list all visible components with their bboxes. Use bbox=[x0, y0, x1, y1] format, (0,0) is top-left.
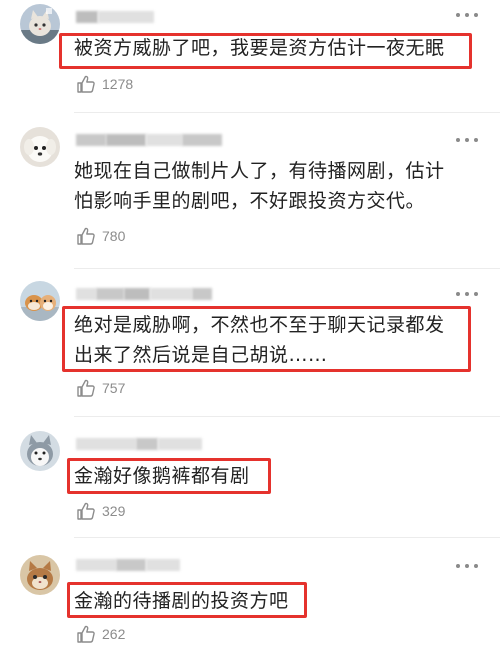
comment-item: 被资方威胁了吧，我要是资方估计一夜无眠 1278 bbox=[0, 0, 500, 110]
avatar-cat-photo-icon bbox=[20, 555, 60, 595]
more-dots-icon[interactable] bbox=[456, 287, 478, 301]
like-count: 262 bbox=[102, 626, 126, 642]
comment-item: 金瀚的待播剧的投资方吧 262 bbox=[0, 540, 500, 648]
comment-text: 她现在自己做制片人了，有待播网剧，估计 怕影响手里的剧吧，不好跟投资方交代。 bbox=[74, 160, 445, 212]
avatar[interactable] bbox=[20, 555, 60, 595]
like-count: 1278 bbox=[102, 76, 134, 92]
more-dots-icon[interactable] bbox=[456, 559, 478, 573]
like-count: 329 bbox=[102, 503, 126, 519]
comment-divider bbox=[74, 416, 500, 417]
thumbs-up-icon bbox=[77, 502, 95, 520]
username-blurred bbox=[76, 133, 222, 147]
comment-divider bbox=[74, 268, 500, 269]
like-button[interactable]: 262 bbox=[76, 624, 125, 644]
like-button[interactable]: 757 bbox=[76, 378, 125, 398]
like-button[interactable]: 329 bbox=[76, 501, 125, 521]
thumbs-up-icon bbox=[77, 625, 95, 643]
comment-item: 绝对是威胁啊，不然也不至于聊天记录都发 出来了然后说是自己胡说…… 757 bbox=[0, 270, 500, 420]
like-button[interactable]: 780 bbox=[76, 226, 125, 246]
comment-feed: 被资方威胁了吧，我要是资方估计一夜无眠 1278 她现在自己做制片人了，有待播网… bbox=[0, 0, 500, 648]
comment-divider bbox=[74, 112, 500, 113]
username-blurred bbox=[76, 10, 154, 24]
comment-highlight-box bbox=[67, 458, 271, 494]
comment-item: 金瀚好像鹅裤都有剧 329 bbox=[0, 420, 500, 535]
like-count: 780 bbox=[102, 228, 126, 244]
thumbs-up-icon bbox=[77, 379, 95, 397]
avatar-dog-icon bbox=[20, 127, 60, 167]
avatar[interactable] bbox=[20, 4, 60, 44]
comment-highlight-box bbox=[62, 306, 471, 372]
thumbs-up-icon bbox=[77, 227, 95, 245]
avatar-husky-icon bbox=[20, 431, 60, 471]
avatar[interactable] bbox=[20, 127, 60, 167]
more-dots-icon[interactable] bbox=[456, 8, 478, 22]
username-blurred bbox=[76, 558, 180, 572]
like-button[interactable]: 1278 bbox=[76, 74, 133, 94]
username-blurred bbox=[76, 437, 202, 451]
avatar[interactable] bbox=[20, 281, 60, 321]
more-dots-icon[interactable] bbox=[456, 133, 478, 147]
username-blurred bbox=[76, 287, 212, 301]
comment-highlight-box bbox=[67, 582, 307, 618]
comment-item: 她现在自己做制片人了，有待播网剧，估计 怕影响手里的剧吧，不好跟投资方交代。 7… bbox=[0, 116, 500, 266]
thumbs-up-icon bbox=[77, 75, 95, 93]
avatar-cat-icon bbox=[20, 4, 60, 44]
avatar-shiba-icon bbox=[20, 281, 60, 321]
avatar[interactable] bbox=[20, 431, 60, 471]
comment-highlight-box bbox=[59, 33, 472, 69]
comment-divider bbox=[74, 537, 500, 538]
like-count: 757 bbox=[102, 380, 126, 396]
